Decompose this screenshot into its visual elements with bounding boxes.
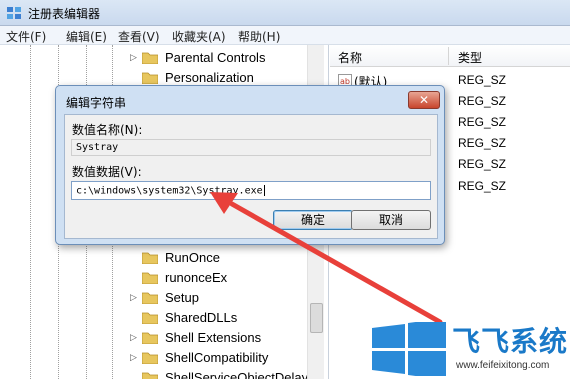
- watermark-text: 飞飞系统: [452, 325, 569, 358]
- folder-icon: [142, 292, 158, 304]
- tree-item-shellserviceobjectdelayload[interactable]: ShellServiceObjectDelayl: [130, 368, 330, 379]
- expand-arrow-icon[interactable]: ▷: [130, 333, 140, 343]
- column-type-header[interactable]: 类型: [458, 49, 482, 66]
- cancel-button[interactable]: 取消: [351, 210, 431, 230]
- dialog-body: 数值名称(N): Systray 数值数据(V): c:\windows\sys…: [64, 114, 438, 239]
- dialog-close-button[interactable]: ✕: [408, 91, 440, 109]
- tree-item-label: RunOnce: [165, 250, 220, 265]
- value-type: REG_SZ: [458, 73, 507, 87]
- window-title: 注册表编辑器: [28, 7, 101, 21]
- tree-item-parental-controls[interactable]: ▷ Parental Controls: [130, 48, 330, 68]
- tree-guide-line: [30, 45, 31, 379]
- column-separator[interactable]: [448, 47, 449, 65]
- menu-favorites[interactable]: 收藏夹(A): [172, 28, 226, 45]
- folder-icon: [142, 312, 158, 324]
- dialog-title: 编辑字符串: [66, 96, 127, 110]
- tree-item-shareddlls[interactable]: SharedDLLs: [130, 308, 330, 328]
- value-type: REG_SZ: [458, 115, 507, 129]
- tree-item-label: runonceEx: [165, 270, 228, 285]
- windows-logo-icon: [372, 322, 446, 376]
- column-header: 名称 类型: [330, 45, 570, 67]
- menu-bar: 文件(F) 编辑(E) 查看(V) 收藏夹(A) 帮助(H): [0, 26, 570, 45]
- expand-arrow-icon[interactable]: ▷: [130, 293, 140, 303]
- column-name-header[interactable]: 名称: [338, 49, 362, 66]
- menu-help[interactable]: 帮助(H): [238, 28, 280, 45]
- tree-item-label: Setup: [165, 290, 199, 305]
- folder-icon: [142, 332, 158, 344]
- text-caret: [263, 185, 265, 196]
- folder-icon: [142, 72, 158, 84]
- value-type: REG_SZ: [458, 157, 507, 171]
- menu-edit[interactable]: 编辑(E): [66, 28, 107, 45]
- scrollbar-thumb[interactable]: [310, 303, 323, 333]
- site-watermark: 飞飞系统 www.feifeixitong.com: [372, 318, 570, 379]
- tree-item-setup[interactable]: ▷ Setup: [130, 288, 330, 308]
- tree-item-label: SharedDLLs: [165, 310, 238, 325]
- tree-item-shell-extensions[interactable]: ▷ Shell Extensions: [130, 328, 330, 348]
- tree-item-label: Personalization: [165, 70, 254, 85]
- tree-item-label: ShellCompatibility: [165, 350, 269, 365]
- watermark-url: www.feifeixitong.com: [456, 360, 550, 371]
- registry-editor-icon: [7, 7, 21, 19]
- folder-icon: [142, 372, 158, 379]
- tree-item-runonce[interactable]: RunOnce: [130, 248, 330, 268]
- value-data-text: c:\windows\system32\Systray.exe: [76, 185, 263, 197]
- tree-item-runonceex[interactable]: runonceEx: [130, 268, 330, 288]
- folder-icon: [142, 272, 158, 284]
- expand-arrow-icon[interactable]: ▷: [130, 353, 140, 363]
- value-type: REG_SZ: [458, 94, 507, 108]
- tree-item-label: Shell Extensions: [165, 330, 262, 345]
- folder-icon: [142, 52, 158, 64]
- value-name-label: 数值名称(N):: [72, 123, 143, 137]
- value-data-label: 数值数据(V):: [72, 165, 142, 179]
- value-type: REG_SZ: [458, 136, 507, 150]
- value-name-field: Systray: [71, 139, 431, 156]
- tree-item-label: Parental Controls: [165, 50, 266, 65]
- folder-icon: [142, 352, 158, 364]
- tree-item-label: ShellServiceObjectDelayl: [165, 370, 311, 379]
- edit-string-dialog: 编辑字符串 ✕ 数值名称(N): Systray 数值数据(V): c:\win…: [55, 85, 445, 245]
- title-bar: 注册表编辑器: [0, 0, 570, 26]
- ok-button[interactable]: 确定: [273, 210, 353, 230]
- expand-arrow-icon[interactable]: ▷: [130, 53, 140, 63]
- tree-item-shellcompatibility[interactable]: ▷ ShellCompatibility: [130, 348, 330, 368]
- value-type: REG_SZ: [458, 179, 507, 193]
- folder-icon: [142, 252, 158, 264]
- menu-file[interactable]: 文件(F): [6, 28, 46, 45]
- value-data-input[interactable]: c:\windows\system32\Systray.exe: [71, 181, 431, 200]
- menu-view[interactable]: 查看(V): [118, 28, 160, 45]
